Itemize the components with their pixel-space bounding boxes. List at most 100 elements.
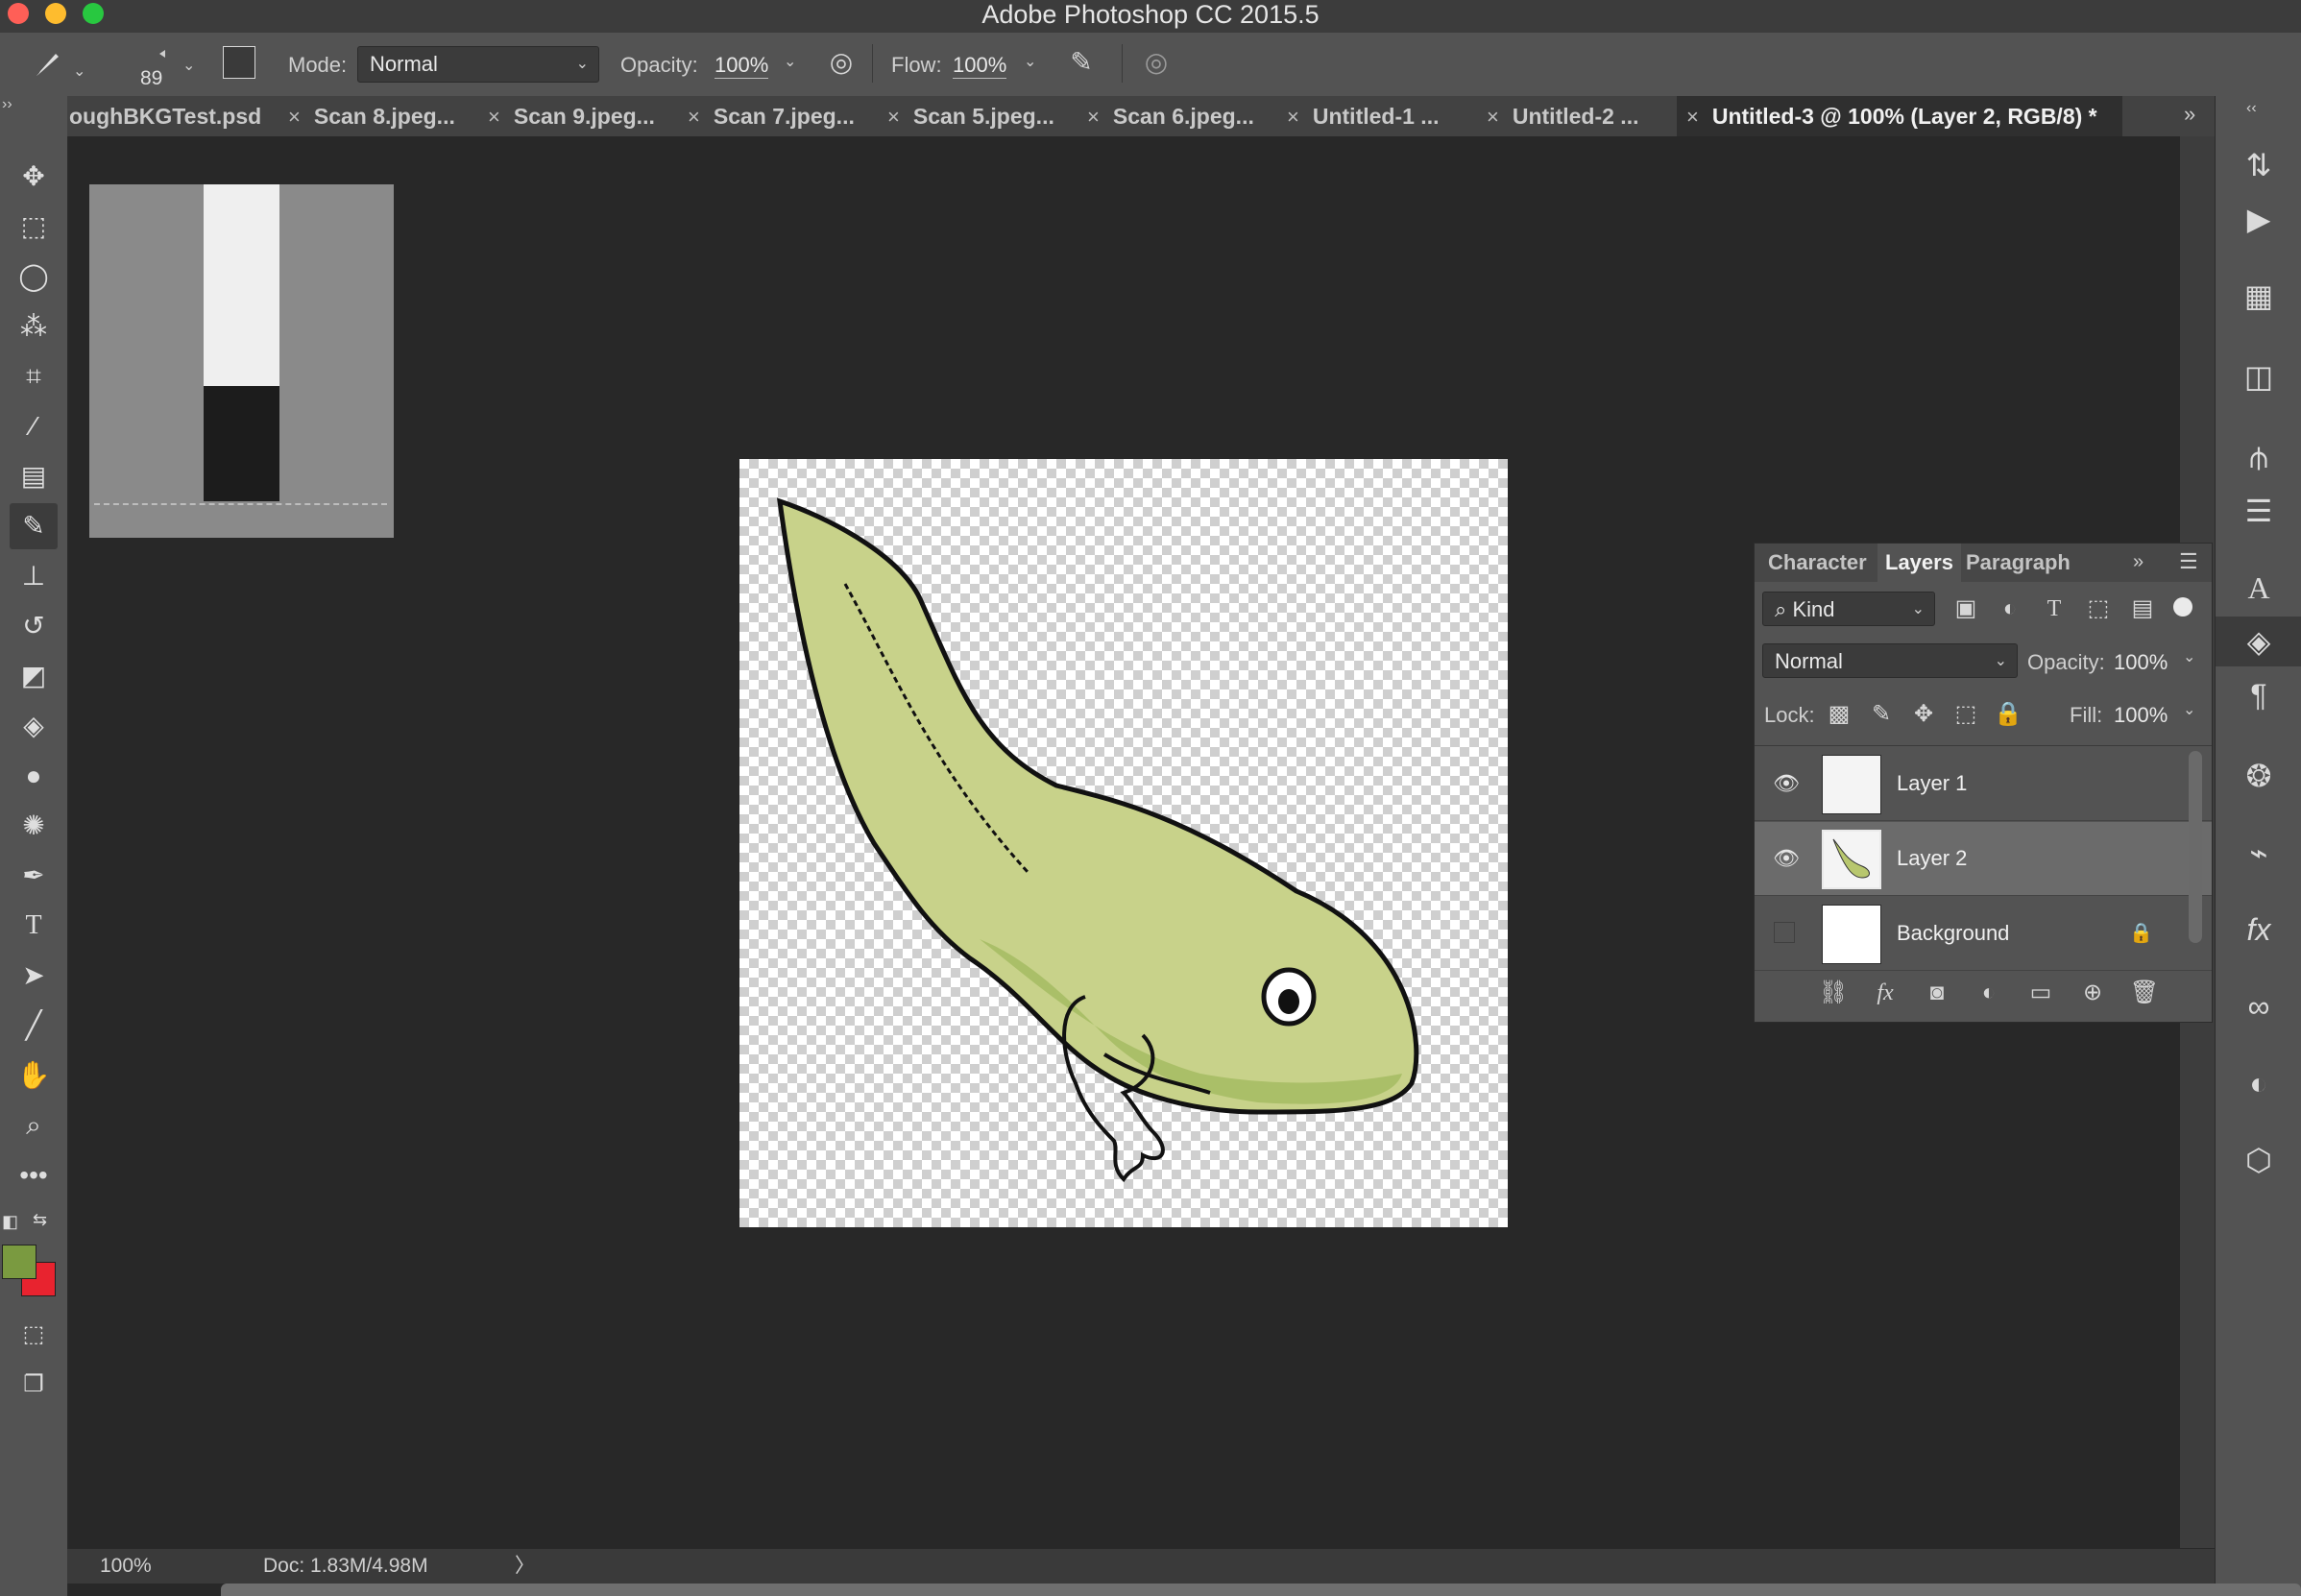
eyedropper-icon[interactable]: ⁄ [10,403,58,449]
document-canvas[interactable] [739,459,1508,1227]
chevron-down-icon[interactable]: ⌄ [182,56,195,75]
lock-artboard-icon[interactable]: ⬚ [1947,695,1985,734]
paths-panel-icon[interactable]: ⌁ [2216,828,2301,878]
filter-type-icon[interactable]: T [2035,590,2073,628]
filter-toggle-icon[interactable] [2173,597,2192,617]
close-tab-icon[interactable]: × [1487,105,1499,129]
filter-adjustment-icon[interactable]: ◐ [1991,590,2029,628]
visibility-toggle-off[interactable] [1774,922,1795,943]
mode-dropdown[interactable]: Normal ⌄ [357,46,599,83]
properties-panel-icon[interactable]: ◐ [2216,1058,2301,1108]
path-selection-icon[interactable]: ➤ [10,953,58,999]
adjustment-layer-icon[interactable]: ◐ [1970,974,2008,1012]
swap-colors-icon[interactable]: ⇆ [33,1210,47,1230]
panel-menu-icon[interactable]: ☰ [2179,549,2198,574]
screen-mode-icon[interactable]: ❐ [10,1362,58,1408]
hand-tool-icon[interactable]: ✋ [10,1052,58,1099]
new-group-folder-icon[interactable]: ▭ [2022,974,2060,1012]
tab-doc-5[interactable]: × Scan 5.jpeg... [878,96,1064,136]
chevron-down-icon[interactable]: ⌄ [73,61,85,81]
eraser-icon[interactable]: ◩ [10,653,58,699]
chevron-down-icon[interactable]: ⌄ [2183,700,2195,719]
blend-mode-dropdown[interactable]: Normal ⌄ [1762,643,2018,678]
more-tools-icon[interactable]: ••• [10,1152,58,1198]
tab-paragraph[interactable]: Paragraph [1966,544,2071,582]
move-tool-icon[interactable]: ✥ [10,154,58,200]
layers-panel-icon[interactable]: ◈ [2216,617,2301,666]
line-tool-icon[interactable]: ╱ [10,1003,58,1049]
opacity-field[interactable]: 100% [715,53,769,79]
layer-opacity-field[interactable]: 100% [2114,650,2168,675]
paragraph-panel-icon[interactable]: ¶ [2216,670,2301,720]
foreground-color-swatch[interactable] [2,1245,36,1279]
tab-layers[interactable]: Layers [1877,544,1961,582]
character-panel-icon[interactable]: A [2216,563,2301,613]
chevron-down-icon[interactable]: ⌄ [1024,52,1036,71]
lock-transparency-icon[interactable]: ▩ [1820,695,1858,734]
collapse-arrows-icon[interactable]: ›› [2,96,12,113]
new-layer-icon[interactable]: ⊕ [2073,974,2112,1012]
visibility-eye-icon[interactable]: 👁 [1772,822,1801,895]
brush-tool-icon[interactable]: ✎ [10,503,58,549]
filter-kind-dropdown[interactable]: ⌕ Kind ⌄ [1762,592,1935,626]
layer-row-background[interactable]: Background 🔒 [1755,897,2212,971]
channels-panel-icon[interactable]: ❂ [2216,751,2301,801]
close-tab-icon[interactable]: × [1287,105,1299,129]
magic-wand-icon[interactable]: ⁂ [10,303,58,350]
lasso-tool-icon[interactable]: ◯ [10,254,58,300]
lock-pixels-icon[interactable]: ✎ [1862,695,1901,734]
close-tab-icon[interactable]: × [887,105,900,129]
dodge-tool-icon[interactable]: ✺ [10,803,58,849]
lock-all-icon[interactable]: 🔒 [1989,695,2027,734]
type-tool-icon[interactable]: T [10,903,58,949]
chevron-down-icon[interactable]: ⌄ [784,52,796,71]
zoom-tool-icon[interactable]: ⌕ [10,1102,58,1149]
visibility-eye-icon[interactable]: 👁 [1772,747,1801,820]
brush-preset-icon[interactable] [27,48,65,91]
tab-doc-6[interactable]: × Scan 6.jpeg... [1078,96,1264,136]
layers-scrollbar[interactable] [2189,751,2202,943]
tab-doc-active[interactable]: × Untitled-3 @ 100% (Layer 2, RGB/8) * [1677,96,2122,136]
pressure-opacity-icon[interactable]: ◎ [824,46,859,78]
healing-brush-icon[interactable]: ▤ [10,453,58,499]
close-tab-icon[interactable]: × [1087,105,1100,129]
pen-tool-icon[interactable]: ✒ [10,853,58,899]
airbrush-icon[interactable]: ✎ [1062,46,1101,78]
marquee-tool-icon[interactable]: ⬚ [10,204,58,250]
brush-presets-icon[interactable]: ⫛ [2216,432,2301,482]
close-tab-icon[interactable]: × [1686,105,1699,129]
brush-panel-toggle-icon[interactable] [223,46,255,79]
flow-field[interactable]: 100% [953,53,1007,79]
creative-cloud-icon[interactable]: ∞ [2216,981,2301,1031]
close-tab-icon[interactable]: × [288,105,301,129]
tab-doc-3[interactable]: × Scan 9.jpeg... [478,96,665,136]
styles-panel-icon[interactable]: fx [2216,905,2301,955]
tab-doc-7[interactable]: × Untitled-1 ... [1277,96,1448,136]
tab-doc-8[interactable]: × Untitled-2 ... [1477,96,1648,136]
link-layers-icon[interactable]: ⛓ [1814,974,1853,1012]
device-preview-icon[interactable]: ▦ [2216,271,2301,321]
add-mask-icon[interactable]: ◙ [1918,974,1956,1012]
history-panel-icon[interactable]: ⇅ [2216,140,2301,190]
3d-panel-icon[interactable]: ⬡ [2216,1135,2301,1185]
pressure-size-icon[interactable]: ◎ [1139,46,1174,78]
close-tab-icon[interactable]: × [488,105,500,129]
tab-doc-4[interactable]: × Scan 7.jpeg... [678,96,864,136]
zoom-level[interactable]: 100% [100,1549,152,1584]
close-tab-icon[interactable]: × [688,105,700,129]
default-colors-icon[interactable]: ◧ [2,1212,18,1232]
tab-doc-2[interactable]: × Scan 8.jpeg... [279,96,465,136]
tab-overflow-icon[interactable]: » [2184,102,2195,127]
lock-position-icon[interactable]: ✥ [1904,695,1943,734]
status-menu-arrow-icon[interactable]: 〉 [515,1549,535,1584]
filter-smart-object-icon[interactable]: ▤ [2123,590,2162,628]
chevron-down-icon[interactable]: ⌄ [2183,647,2195,666]
clone-source-icon[interactable]: ◫ [2216,351,2301,401]
tab-doc-1[interactable]: oughBKGTest.psd [67,96,279,136]
filter-pixel-icon[interactable]: ▣ [1947,590,1985,628]
adjustments-sliders-icon[interactable]: ☰ [2216,486,2301,536]
blur-tool-icon[interactable]: ● [10,753,58,799]
actions-panel-icon[interactable]: ▶ [2216,194,2301,244]
clone-stamp-icon[interactable]: ⊥ [10,553,58,599]
panel-collapse-icon[interactable]: » [2133,551,2144,573]
